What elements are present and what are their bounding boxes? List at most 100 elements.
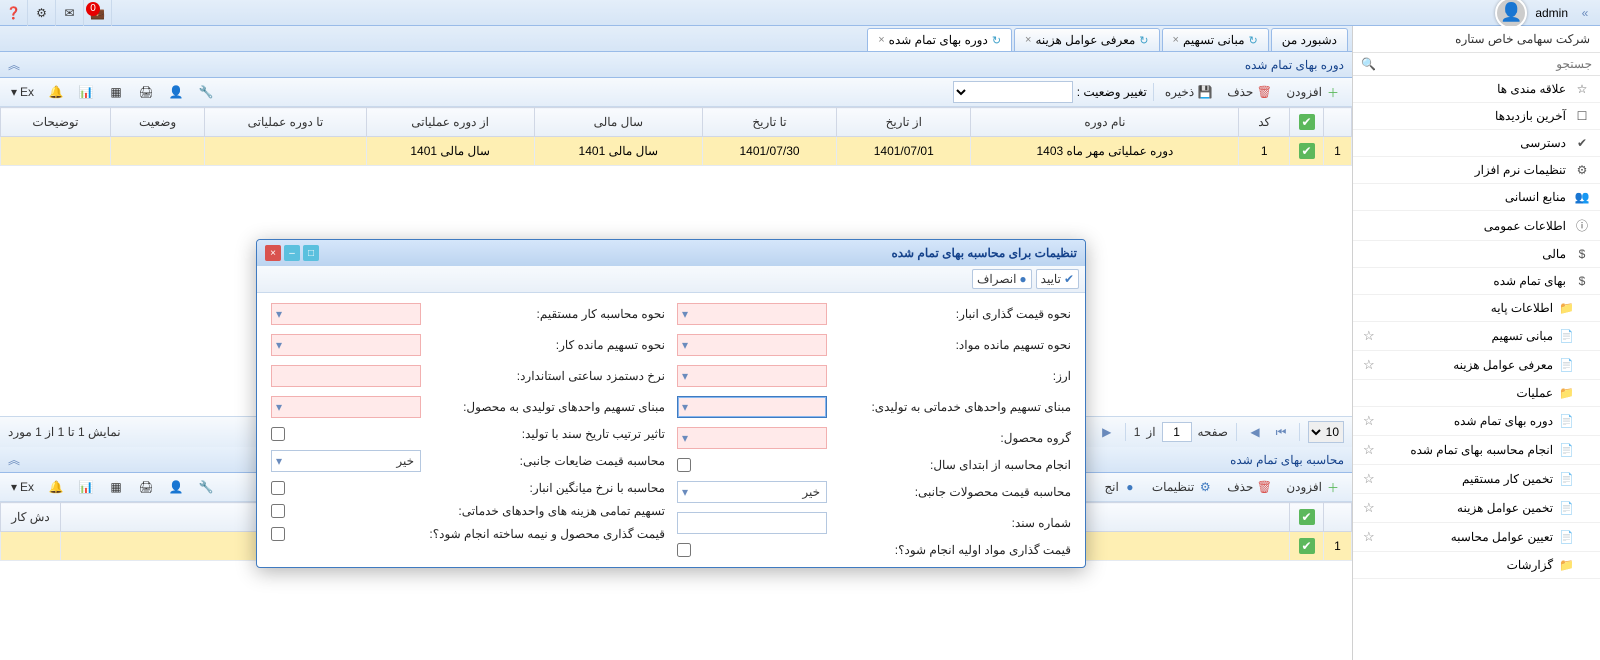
- toolbtn-e[interactable]: 📊: [73, 476, 99, 498]
- confirm-button[interactable]: ✔ تایید: [1036, 269, 1079, 289]
- toolbtn-1[interactable]: 🔧: [193, 81, 219, 103]
- export-button[interactable]: Ex ▾: [6, 477, 39, 497]
- cell-check[interactable]: ✔: [1290, 137, 1324, 166]
- sidebar-collapse[interactable]: »: [1576, 6, 1594, 20]
- tab-cost-period[interactable]: ↻دوره بهای تمام شده×: [867, 28, 1012, 51]
- nav-base-info[interactable]: 📁اطلاعات پایه: [1353, 295, 1600, 322]
- currency-select[interactable]: [677, 365, 827, 387]
- col-check[interactable]: ✔: [1290, 108, 1324, 137]
- service-alloc-select[interactable]: [677, 396, 827, 418]
- nav-cost-period[interactable]: 📄دوره بهای تمام شده☆: [1353, 407, 1600, 436]
- delete-button[interactable]: 🗑حذف: [1222, 476, 1277, 498]
- fav-toggle[interactable]: ☆: [1363, 357, 1375, 373]
- nav-cost-factors[interactable]: 📄معرفی عوامل هزینه☆: [1353, 351, 1600, 380]
- avg-rate-checkbox[interactable]: [271, 481, 285, 495]
- page-input[interactable]: [1162, 422, 1192, 442]
- nav-hr[interactable]: 👥منابع انسانی: [1353, 184, 1600, 211]
- table-row[interactable]: 1 ✔ 1 دوره عملیاتی مهر ماه 1403 1401/07/…: [1, 137, 1352, 166]
- toolbtn-4[interactable]: ▦: [103, 81, 129, 103]
- toolbtn-6[interactable]: 🔔: [43, 81, 69, 103]
- product-group-select[interactable]: [677, 427, 827, 449]
- fav-toggle[interactable]: ☆: [1363, 529, 1375, 545]
- side-waste-select[interactable]: خیر: [271, 450, 421, 472]
- status-select[interactable]: [953, 81, 1073, 103]
- col-status[interactable]: وضعیت: [110, 108, 204, 137]
- nav-allocation-basics[interactable]: 📄مبانی تسهیم☆: [1353, 322, 1600, 351]
- export-button[interactable]: Ex ▾: [6, 82, 39, 102]
- side-product-select[interactable]: خیر: [677, 481, 827, 503]
- search-icon[interactable]: 🔍: [1361, 57, 1376, 71]
- toolbtn-c[interactable]: 🖨: [133, 476, 159, 498]
- nav-financial[interactable]: $مالی: [1353, 241, 1600, 268]
- cell-check[interactable]: ✔: [1290, 532, 1324, 561]
- col-to-op[interactable]: تا دوره عملیاتی: [205, 108, 366, 137]
- run-button[interactable]: ●انج: [1099, 476, 1142, 498]
- gear-icon[interactable]: ⚙: [28, 0, 56, 26]
- toolbtn-f[interactable]: 🔔: [43, 476, 69, 498]
- nav-settings[interactable]: ⚙تنظیمات نرم افزار: [1353, 157, 1600, 184]
- toolbtn-b[interactable]: 👤: [163, 476, 189, 498]
- fav-toggle[interactable]: ☆: [1363, 442, 1375, 458]
- nav-general[interactable]: ⓘاطلاعات عمومی: [1353, 211, 1600, 241]
- toolbtn-a[interactable]: 🔧: [193, 476, 219, 498]
- first-page[interactable]: ⏮: [1271, 422, 1291, 442]
- delete-button[interactable]: 🗑حذف: [1222, 81, 1277, 103]
- fav-toggle[interactable]: ☆: [1363, 471, 1375, 487]
- col-work[interactable]: دش کار: [1, 503, 61, 532]
- nav-access[interactable]: ✔دسترسی: [1353, 130, 1600, 157]
- page-size[interactable]: 10: [1308, 421, 1344, 443]
- raw-pricing-checkbox[interactable]: [677, 543, 691, 557]
- col-to-date[interactable]: تا تاریخ: [702, 108, 836, 137]
- help-icon[interactable]: ❓: [0, 0, 28, 26]
- col-from-date[interactable]: از تاریخ: [837, 108, 971, 137]
- doc-number-input[interactable]: [677, 512, 827, 534]
- tab-allocation[interactable]: ↻مبانی تسهیم×: [1162, 28, 1269, 51]
- close-icon[interactable]: ×: [878, 34, 884, 46]
- pricing-select[interactable]: [677, 303, 827, 325]
- close-icon[interactable]: ×: [1173, 34, 1179, 46]
- material-select[interactable]: [677, 334, 827, 356]
- toolbtn-5[interactable]: 📊: [73, 81, 99, 103]
- minimize-icon[interactable]: –: [284, 245, 300, 261]
- col-fiscal[interactable]: سال مالی: [534, 108, 702, 137]
- nav-favorites[interactable]: ☆علاقه مندی ها: [1353, 76, 1600, 103]
- next-page[interactable]: ▶: [1097, 422, 1117, 442]
- collapse-icon[interactable]: ︽: [8, 451, 20, 468]
- briefcase-icon[interactable]: 💼0: [84, 0, 112, 26]
- toolbtn-2[interactable]: 👤: [163, 81, 189, 103]
- tab-cost-factors[interactable]: ↻معرفی عوامل هزینه×: [1014, 28, 1159, 51]
- add-button[interactable]: ＋افزودن: [1281, 81, 1346, 103]
- nav-direct-labor[interactable]: 📄تخمین کار مستقیم☆: [1353, 465, 1600, 494]
- prev-page[interactable]: ◀: [1245, 422, 1265, 442]
- col-check[interactable]: ✔: [1290, 503, 1324, 532]
- mail-icon[interactable]: ✉: [56, 0, 84, 26]
- date-order-checkbox[interactable]: [271, 427, 285, 441]
- save-button[interactable]: 💾ذخیره: [1160, 81, 1218, 103]
- nav-calc-factor-set[interactable]: 📄تعيين عوامل محاسبه☆: [1353, 523, 1600, 552]
- toolbtn-d[interactable]: ▦: [103, 476, 129, 498]
- nav-recent[interactable]: ☐آخرین بازدیدها: [1353, 103, 1600, 130]
- nav-calc-cost[interactable]: 📄انجام محاسبه بهای تمام شده☆: [1353, 436, 1600, 465]
- finished-checkbox[interactable]: [271, 527, 285, 541]
- nav-reports[interactable]: 📁گزارشات: [1353, 552, 1600, 579]
- modal-header[interactable]: تنظیمات برای محاسبه بهای تمام شده □ – ×: [257, 240, 1085, 266]
- fav-toggle[interactable]: ☆: [1363, 328, 1375, 344]
- col-name[interactable]: نام دوره: [971, 108, 1239, 137]
- close-icon[interactable]: ×: [1025, 34, 1031, 46]
- collapse-icon[interactable]: ︽: [8, 56, 20, 73]
- avatar[interactable]: 👤: [1495, 0, 1527, 29]
- hourly-rate-input[interactable]: [271, 365, 421, 387]
- prod-alloc-select[interactable]: [271, 396, 421, 418]
- search-input[interactable]: [1376, 57, 1592, 71]
- all-service-checkbox[interactable]: [271, 504, 285, 518]
- col-code[interactable]: کد: [1239, 108, 1290, 137]
- nav-cost[interactable]: $بهای تمام شده: [1353, 268, 1600, 295]
- direct-labor-select[interactable]: [271, 303, 421, 325]
- col-desc[interactable]: توضیحات: [1, 108, 111, 137]
- maximize-icon[interactable]: □: [303, 245, 319, 261]
- tab-dashboard[interactable]: دشبورد من: [1271, 28, 1348, 51]
- cancel-button[interactable]: ● انصراف: [972, 269, 1032, 289]
- toolbtn-3[interactable]: 🖨: [133, 81, 159, 103]
- add-button[interactable]: ＋افزودن: [1281, 476, 1346, 498]
- nav-cost-factor-est[interactable]: 📄تخمین عوامل هزینه☆: [1353, 494, 1600, 523]
